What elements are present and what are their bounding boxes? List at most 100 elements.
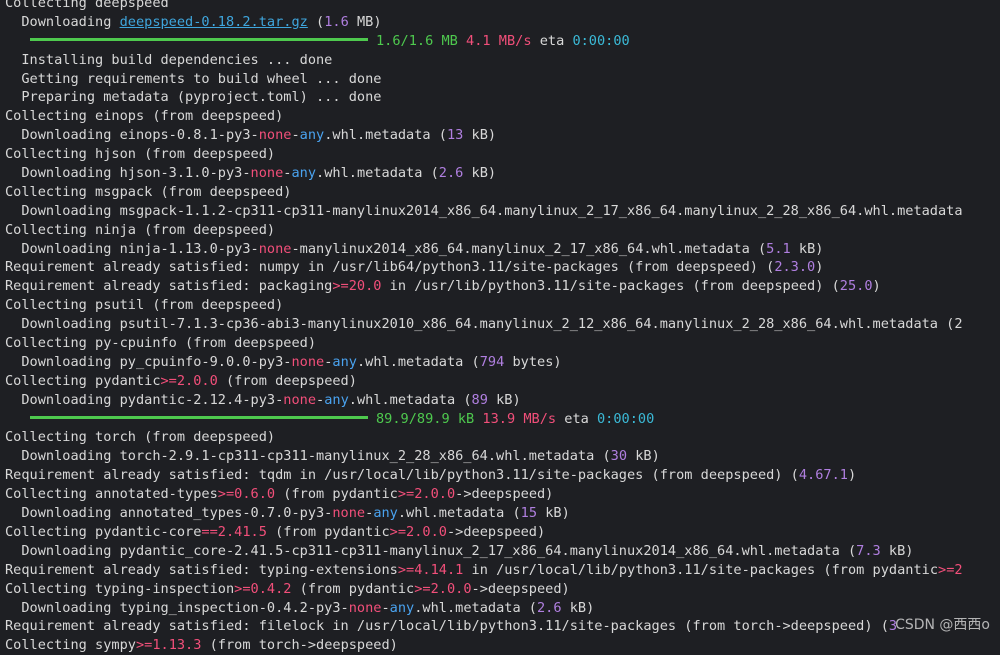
terminal-text: none: [283, 391, 317, 408]
terminal-line: Requirement already satisfied: typing-ex…: [5, 561, 1000, 580]
terminal-text: 30: [610, 448, 628, 465]
terminal-text: Downloading torch-2.9.1-cp311-cp311-many…: [5, 448, 611, 465]
terminal-text: in /usr/lib/python3.11/site-packages (fr…: [381, 278, 840, 295]
terminal-text: .whl.metadata (: [397, 505, 521, 522]
terminal-text: 1.6/1.6 MB: [376, 32, 458, 49]
terminal-text: Installing build dependencies ... done: [5, 51, 333, 68]
terminal-text: none: [258, 240, 292, 257]
csdn-watermark: CSDN @西西o: [895, 617, 990, 633]
terminal-text: kB): [880, 542, 914, 559]
terminal-text: >=4.14.1: [397, 561, 464, 578]
terminal-line: Requirement already satisfied: packaging…: [5, 277, 1000, 296]
terminal-line: Collecting msgpack (from deepspeed): [5, 183, 1000, 202]
terminal-text: Requirement already satisfied: tqdm in /…: [5, 467, 799, 484]
terminal-text: none: [250, 165, 284, 182]
terminal-text: Requirement already satisfied: packaging: [5, 278, 333, 295]
terminal-text[interactable]: deepspeed-0.18.2.tar.gz: [120, 14, 308, 30]
terminal-text: Collecting typing-inspection: [5, 580, 235, 597]
terminal-line: Downloading torch-2.9.1-cp311-cp311-many…: [5, 447, 1000, 466]
terminal-text: Downloading psutil-7.1.3-cp36-abi3-manyl…: [5, 316, 963, 333]
terminal-line: Downloading pydantic_core-2.41.5-cp311-c…: [5, 542, 1000, 561]
terminal-text: (from pydantic: [266, 523, 390, 540]
terminal-line: Downloading deepspeed-0.18.2.tar.gz (1.6…: [5, 13, 1000, 32]
terminal-text: >=2.0.0: [414, 580, 472, 597]
terminal-text: 2.6: [438, 165, 464, 182]
terminal-text: in /usr/local/lib/python3.11/site-packag…: [463, 561, 939, 578]
terminal-text: ): [815, 259, 824, 276]
terminal-text: Collecting einops (from deepspeed): [5, 108, 284, 125]
terminal-text: 2.3.0: [774, 259, 816, 276]
terminal-text: 89.9/89.9 kB: [376, 410, 475, 427]
terminal-text: Downloading annotated_types-0.7.0-py3-: [5, 505, 333, 522]
terminal-line: 1.6/1.6 MB 4.1 MB/s eta 0:00:00: [5, 32, 1000, 51]
terminal-text: Downloading msgpack-1.1.2-cp311-cp311-ma…: [5, 202, 963, 219]
terminal-line: Requirement already satisfied: filelock …: [5, 617, 1000, 636]
terminal-text: Getting requirements to build wheel ... …: [5, 70, 382, 87]
terminal-text: >=20.0: [332, 278, 382, 295]
terminal-line: Downloading annotated_types-0.7.0-py3-no…: [5, 504, 1000, 523]
terminal-text: >=2.0.0: [160, 372, 218, 389]
terminal-text: none: [258, 127, 292, 144]
terminal-text: Downloading pydantic_core-2.41.5-cp311-c…: [5, 542, 857, 559]
terminal-text: 7.3: [856, 542, 881, 559]
terminal-line: Preparing metadata (pyproject.toml) ... …: [5, 88, 1000, 107]
terminal-text: kB): [463, 165, 497, 182]
terminal-text: -: [381, 599, 390, 616]
terminal-text: Collecting pydantic: [5, 372, 161, 389]
terminal-text: 0:00:00: [597, 410, 655, 427]
terminal-text: .whl.metadata (: [316, 165, 439, 182]
terminal-text: (from deepspeed): [217, 372, 357, 389]
terminal-text: -: [316, 391, 325, 408]
terminal-line: Collecting ninja (from deepspeed): [5, 221, 1000, 240]
terminal-line: Downloading einops-0.8.1-py3-none-any.wh…: [5, 126, 1000, 145]
terminal-text: .whl.metadata (: [324, 127, 447, 144]
terminal-line: 89.9/89.9 kB 13.9 MB/s eta 0:00:00: [5, 410, 1000, 429]
terminal-text: Downloading ninja-1.13.0-py3-: [5, 240, 259, 257]
terminal-text: Collecting torch (from deepspeed): [5, 429, 276, 446]
terminal-text: ->deepspeed) (: [774, 618, 889, 635]
terminal-text: Collecting sympy: [5, 637, 136, 654]
terminal-text: Downloading py_cpuinfo-9.0.0-py3-: [5, 353, 292, 370]
terminal-text: >=0.6.0: [217, 486, 276, 503]
terminal-text: 2.6: [537, 599, 562, 616]
terminal-text: (: [307, 13, 325, 30]
terminal-text: .whl.metadata (: [414, 599, 537, 616]
terminal-line: Getting requirements to build wheel ... …: [5, 70, 1000, 89]
terminal-text: Downloading einops-0.8.1-py3-: [5, 127, 259, 144]
terminal-text: Requirement already satisfied: typing-ex…: [5, 561, 398, 578]
terminal-text: (from torch->deepspeed): [201, 637, 398, 654]
terminal-text: >=2.0.0: [389, 523, 447, 540]
terminal-text: (from pydantic: [275, 486, 398, 503]
terminal-text: bytes): [504, 353, 562, 370]
terminal-text: kB): [561, 599, 595, 616]
terminal-text: -manylinux2014_x86_64.manylinux_2_17_x86…: [291, 240, 767, 257]
terminal-text: 4.67.1: [798, 467, 848, 484]
terminal-output: Collecting deepspeed Downloading deepspe…: [5, 0, 1000, 655]
terminal-text: ->deepspeed): [446, 523, 546, 540]
terminal-line: Collecting pydantic>=2.0.0 (from deepspe…: [5, 372, 1000, 391]
terminal-text: >=2.0.0: [397, 486, 456, 503]
terminal-text: kB): [463, 127, 497, 144]
terminal-text: >=1.13.3: [135, 637, 202, 654]
terminal-text: 25.0: [839, 278, 873, 295]
terminal-text: 5.1: [766, 240, 791, 257]
terminal-text: eta: [531, 32, 573, 49]
terminal-text: kB): [537, 505, 570, 522]
terminal-line: Collecting typing-inspection>=0.4.2 (fro…: [5, 580, 1000, 599]
terminal-text: MB): [348, 13, 382, 30]
terminal-line: Downloading ninja-1.13.0-py3-none-manyli…: [5, 240, 1000, 259]
terminal-text: >=0.4.2: [234, 580, 292, 597]
terminal-text: Downloading pydantic-2.12.4-py3-: [5, 391, 284, 408]
terminal-line: Requirement already satisfied: numpy in …: [5, 258, 1000, 277]
terminal-line: Downloading typing_inspection-0.4.2-py3-…: [5, 599, 1000, 618]
terminal-text: any: [389, 599, 415, 616]
terminal-text: none: [291, 353, 325, 370]
terminal-text: >=2: [938, 561, 963, 578]
terminal-text: Downloading typing_inspection-0.4.2-py3-: [5, 599, 349, 616]
terminal-text: .whl.metadata (: [348, 391, 472, 408]
terminal-text: 13: [446, 127, 464, 144]
terminal-text: any: [299, 127, 325, 144]
terminal-line: Downloading hjson-3.1.0-py3-none-any.whl…: [5, 164, 1000, 183]
terminal-text: any: [332, 353, 357, 370]
terminal-text: ->deepspeed): [471, 580, 570, 597]
